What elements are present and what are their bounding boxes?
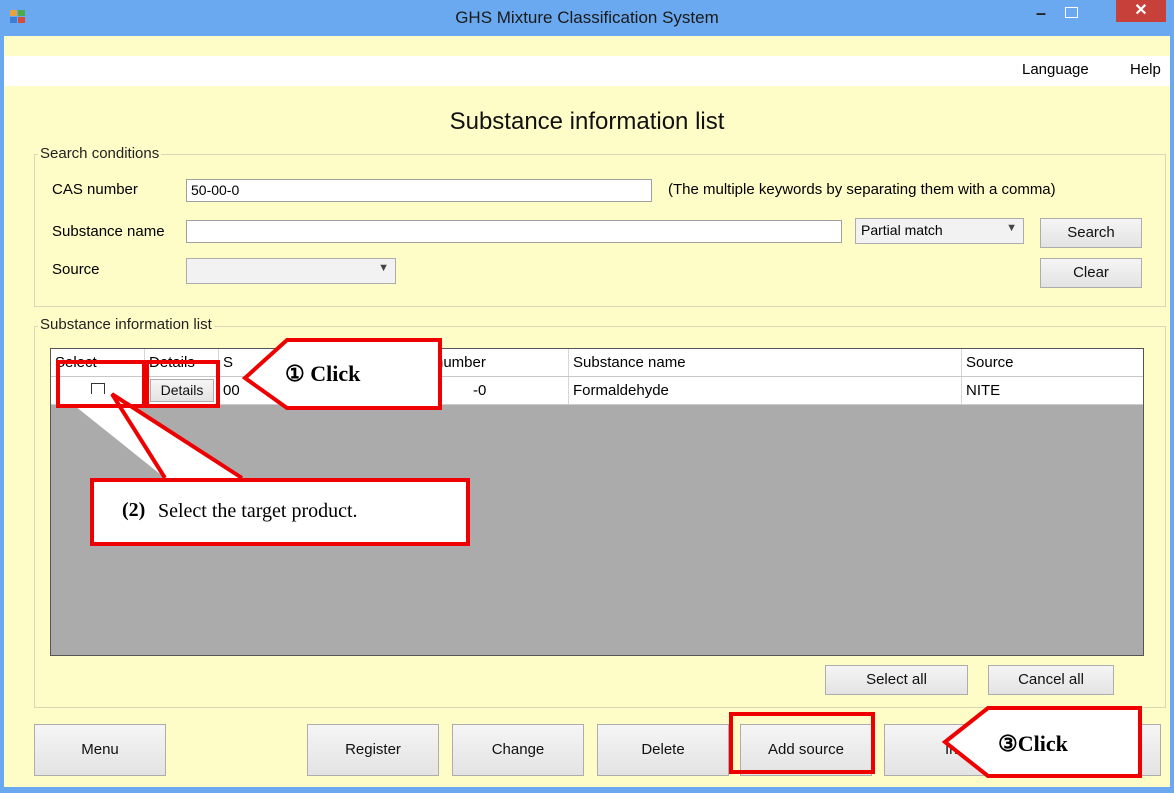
callout-2-number: (2)	[122, 499, 146, 521]
select-highlight	[56, 360, 146, 408]
callout-1-text: ① Click	[285, 361, 361, 386]
callout-2-text: Select the target product.	[158, 500, 358, 522]
add-source-highlight	[729, 712, 875, 774]
callout-3-text: ③Click	[998, 731, 1068, 756]
details-highlight	[145, 360, 220, 408]
